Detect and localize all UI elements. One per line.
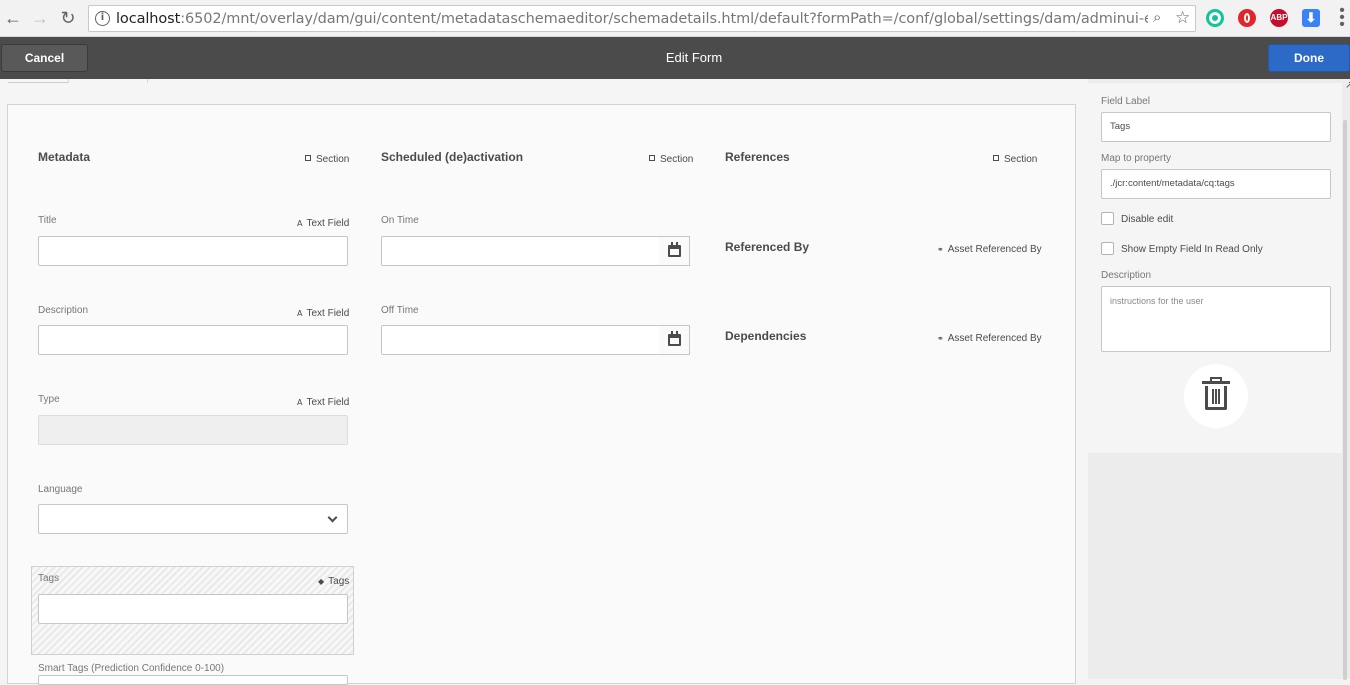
description-field-type: A Text Field (297, 308, 349, 319)
show-empty-field-checkbox[interactable] (1101, 242, 1114, 255)
disable-edit-label: Disable edit (1121, 214, 1174, 225)
description-textarea[interactable]: instructions for the user (1101, 286, 1331, 352)
section-type-label: Section (1004, 154, 1038, 165)
calendar-icon (668, 242, 681, 257)
field-type-label: Asset Referenced By (947, 333, 1042, 344)
type-field-label: Type (38, 394, 60, 405)
section-title-references[interactable]: References (725, 150, 790, 164)
cancel-button[interactable]: Cancel (1, 44, 88, 72)
url-text[interactable]: localhost:6502/mnt/overlay/dam/gui/conte… (116, 11, 1148, 29)
smart-tags-field-label: Smart Tags (Prediction Confidence 0-100) (38, 663, 225, 674)
browser-menu-icon[interactable]: • • • (1338, 3, 1346, 33)
type-field-type: A Text Field (297, 397, 349, 408)
map-to-property-label: Map to property (1101, 153, 1172, 164)
section-type-label: Section (316, 154, 350, 165)
panel-edge-marker: ↗ (1345, 80, 1350, 91)
title-field-type: A Text Field (297, 218, 349, 229)
language-select[interactable] (38, 504, 348, 534)
section-title-metadata[interactable]: Metadata (38, 150, 90, 164)
opera-icon[interactable] (1238, 9, 1256, 27)
zoom-icon[interactable]: ⌕ (1153, 9, 1161, 26)
on-time-input[interactable] (381, 236, 660, 266)
url-path: :6502/mnt/overlay/dam/gui/content/metada… (180, 11, 1148, 27)
description-input[interactable] (38, 325, 348, 355)
dependencies-label[interactable]: Dependencies (725, 329, 806, 343)
tag-icon: ◆ (318, 577, 325, 586)
field-label-label: Field Label (1101, 96, 1150, 107)
tags-field-type: ◆ Tags (318, 576, 349, 587)
field-type-label: Text Field (306, 397, 350, 408)
section-icon (649, 155, 655, 161)
delete-field-button[interactable] (1184, 364, 1248, 428)
disable-edit-checkbox[interactable] (1101, 212, 1114, 225)
section-icon (993, 155, 999, 161)
tags-input[interactable] (38, 594, 348, 624)
description-label: Description (1101, 270, 1152, 281)
off-time-input[interactable] (381, 325, 660, 355)
calendar-icon (668, 331, 681, 346)
section-icon (305, 155, 311, 161)
title-field-label: Title (38, 215, 57, 226)
field-type-label: Tags (328, 576, 350, 587)
browser-toolbar: ← → ↻ i localhost:6502/mnt/overlay/dam/g… (0, 0, 1350, 37)
tab-basic[interactable] (8, 79, 68, 83)
smart-tags-input[interactable] (38, 675, 348, 685)
title-input[interactable] (38, 236, 348, 266)
section-title-scheduled[interactable]: Scheduled (de)activation (381, 150, 523, 164)
off-time-calendar-button[interactable] (659, 325, 690, 355)
back-arrow-icon[interactable]: ← (3, 8, 23, 28)
show-empty-field-label: Show Empty Field In Read Only (1121, 244, 1263, 255)
tags-field-label: Tags (38, 573, 60, 584)
on-time-label: On Time (381, 215, 419, 226)
language-field-label: Language (38, 484, 83, 495)
reload-icon[interactable]: ↻ (58, 8, 78, 28)
tab-advanced[interactable] (68, 79, 148, 83)
link-icon: ⚭ (937, 334, 944, 343)
text-field-icon: A (297, 219, 303, 228)
adblock-plus-icon[interactable]: ABP (1270, 9, 1288, 27)
description-field-label: Description (38, 305, 89, 316)
field-type-label: Text Field (306, 308, 350, 319)
off-time-label: Off Time (381, 305, 419, 316)
download-icon[interactable]: ⬇ (1302, 9, 1320, 27)
site-info-icon[interactable]: i (95, 11, 110, 26)
field-type-label: Text Field (306, 218, 350, 229)
dependencies-type: ⚭ Asset Referenced By (937, 333, 1042, 344)
text-field-icon: A (297, 309, 303, 318)
type-input[interactable] (38, 415, 348, 445)
tab-strip (0, 79, 150, 83)
page-title: Edit Form (665, 50, 723, 65)
scrollbar[interactable] (1342, 90, 1348, 680)
trash-line (1215, 389, 1217, 404)
done-button[interactable]: Done (1268, 44, 1350, 72)
trash-lid (1202, 381, 1230, 384)
field-label-input[interactable]: Tags (1101, 112, 1331, 142)
text-field-icon: A (297, 398, 303, 407)
section-type-metadata: Section (305, 154, 349, 165)
map-to-property-input[interactable]: ./jcr:content/metadata/cq:tags (1101, 169, 1331, 199)
chevron-down-icon (327, 512, 338, 523)
section-type-scheduled: Section (649, 154, 693, 165)
section-type-label: Section (660, 154, 694, 165)
address-bar[interactable]: i localhost:6502/mnt/overlay/dam/gui/con… (88, 5, 1196, 32)
link-icon: ⚭ (937, 245, 944, 254)
forward-arrow-icon[interactable]: → (30, 8, 50, 28)
on-time-calendar-button[interactable] (659, 236, 690, 266)
field-type-label: Asset Referenced By (947, 244, 1042, 255)
referenced-by-type: ⚭ Asset Referenced By (937, 244, 1042, 255)
url-host: localhost (116, 11, 181, 27)
bookmark-star-icon[interactable]: ☆ (1175, 8, 1190, 28)
section-type-references: Section (993, 154, 1037, 165)
scrollbar-thumb[interactable] (1343, 120, 1347, 680)
grammarly-icon[interactable] (1206, 9, 1224, 27)
referenced-by-label[interactable]: Referenced By (725, 240, 809, 254)
